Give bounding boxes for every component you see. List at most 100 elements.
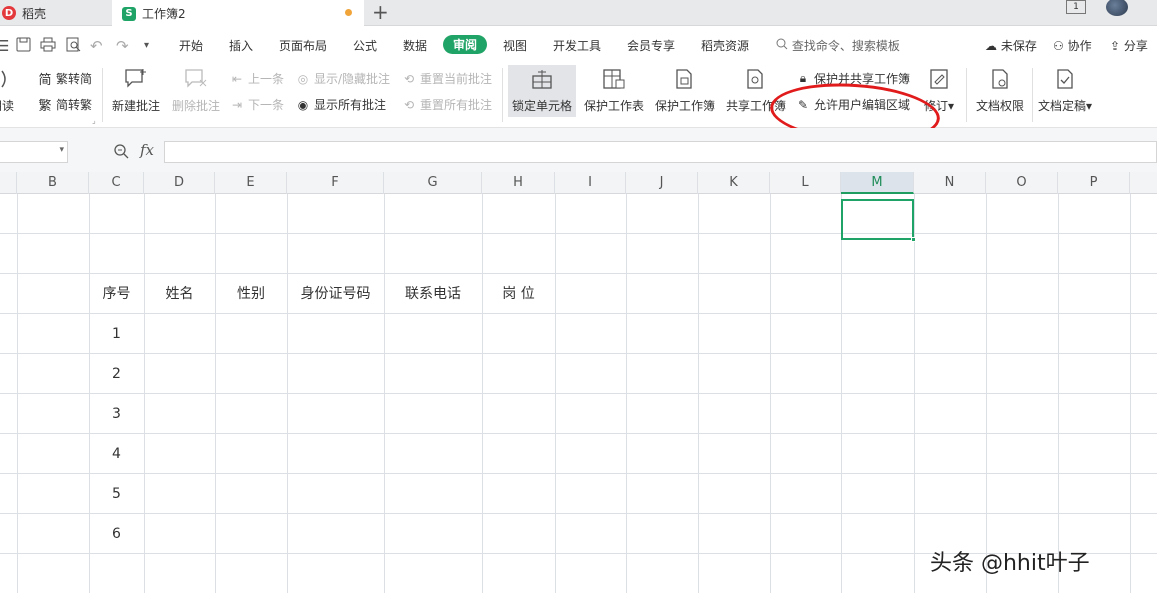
table-header-cell[interactable]: 岗 位	[482, 274, 555, 314]
divider	[966, 68, 967, 122]
prev-icon: ⇤	[231, 71, 243, 86]
menu-insert[interactable]: 插入	[229, 37, 253, 54]
delete-comment-button[interactable]: 删除批注	[172, 67, 220, 114]
doc-finalize-label-text: 文档定稿	[1038, 99, 1087, 113]
fx-icon[interactable]: fx	[140, 141, 154, 159]
collaborate-button[interactable]: ⚇ 协作	[1053, 37, 1092, 54]
table-cell[interactable]: 5	[89, 474, 144, 514]
read-aloud-label: 朗读	[0, 99, 15, 113]
column-header-e[interactable]: E	[215, 172, 287, 194]
column-header-h[interactable]: H	[482, 172, 555, 194]
column-header-l[interactable]: L	[770, 172, 841, 194]
table-cell[interactable]: 3	[89, 394, 144, 434]
column-header-p[interactable]: P	[1058, 172, 1130, 194]
protect-book-button[interactable]: 保护工作簿	[655, 67, 715, 114]
fill-handle[interactable]	[911, 237, 916, 242]
new-comment-label: 新建批注	[112, 99, 161, 113]
column-header-k[interactable]: K	[698, 172, 770, 194]
prev-item-button[interactable]: ⇤ 上一条	[230, 70, 284, 87]
menu-home[interactable]: 开始	[179, 37, 203, 54]
search-placeholder: 查找命令、搜索模板	[791, 39, 900, 53]
reset-all-comments-button[interactable]: ⟲ 重置所有批注	[402, 96, 492, 113]
menu-view[interactable]: 视图	[503, 37, 527, 54]
zoom-icon[interactable]	[113, 143, 129, 162]
column-header-q[interactable]	[1130, 172, 1157, 194]
show-all-comments-button[interactable]: ◉ 显示所有批注	[296, 96, 386, 113]
print-icon[interactable]	[40, 37, 56, 56]
table-header-cell[interactable]: 联系电话	[384, 274, 482, 314]
protect-sheet-button[interactable]: 保护工作表	[584, 67, 644, 114]
column-header-o[interactable]: O	[986, 172, 1058, 194]
spreadsheet-icon: S	[122, 6, 136, 21]
new-tab-button[interactable]: +	[372, 1, 389, 23]
share-button[interactable]: ⇪ 分享	[1110, 37, 1148, 54]
sheet-grid[interactable]: 序号 姓名 性别 身份证号码 联系电话 岗 位 1 2 3 4 5 6	[0, 194, 1157, 593]
redo-icon[interactable]: ↷	[116, 37, 129, 55]
table-header-cell[interactable]: 身份证号码	[287, 274, 384, 314]
avatar[interactable]	[1106, 0, 1128, 16]
tab-docer[interactable]: D 稻壳	[0, 0, 112, 26]
unsaved-label: 未保存	[1000, 39, 1037, 53]
menu-formulas[interactable]: 公式	[353, 37, 377, 54]
save-icon[interactable]	[16, 37, 31, 56]
tab-workbook[interactable]: S 工作簿2	[112, 0, 364, 27]
column-header-m[interactable]: M	[841, 172, 914, 194]
chevron-down-icon[interactable]: ▾	[144, 40, 149, 51]
trad-to-simp-button[interactable]: 简 繁转简	[38, 70, 92, 88]
search-box[interactable]: 查找命令、搜索模板	[776, 37, 900, 54]
table-header-cell[interactable]: 姓名	[144, 274, 215, 314]
ribbon-review: 朗读 简 繁转简 繁 简转繁 ⌟ 新建批注 删除批注 ⇤ 上一条 ⇥ 下一条 ◎…	[0, 62, 1157, 128]
column-header-j[interactable]: J	[626, 172, 698, 194]
active-cell[interactable]	[841, 199, 914, 240]
column-header-c[interactable]: C	[89, 172, 144, 194]
menu-data[interactable]: 数据	[403, 37, 427, 54]
menu-docer-resources[interactable]: 稻壳资源	[701, 37, 749, 54]
table-cell[interactable]: 2	[89, 354, 144, 394]
delete-comment-label: 删除批注	[172, 99, 221, 113]
read-aloud-button[interactable]: 朗读	[0, 67, 14, 114]
menu-member[interactable]: 会员专享	[627, 37, 675, 54]
name-box[interactable]: ▾	[0, 141, 68, 163]
column-header-d[interactable]: D	[144, 172, 215, 194]
table-cell[interactable]: 4	[89, 434, 144, 474]
table-cell[interactable]: 6	[89, 514, 144, 554]
table-header-cell[interactable]: 性别	[215, 274, 287, 314]
column-header-i[interactable]: I	[555, 172, 626, 194]
menu-page-layout[interactable]: 页面布局	[279, 37, 327, 54]
lock-cell-icon	[530, 67, 554, 91]
doc-permissions-icon	[988, 67, 1012, 91]
next-item-label: 下一条	[248, 98, 285, 112]
lock-cell-label: 锁定单元格	[512, 99, 573, 113]
chevron-down-icon[interactable]: ▾	[59, 145, 64, 155]
show-hide-comment-label: 显示/隐藏批注	[314, 72, 391, 86]
comment-eye-icon: ◉	[297, 97, 309, 112]
print-preview-icon[interactable]	[66, 37, 81, 56]
reset-current-comment-button[interactable]: ⟲ 重置当前批注	[402, 70, 492, 87]
window-tile-button[interactable]: 1	[1066, 0, 1086, 14]
column-header-g[interactable]: G	[384, 172, 482, 194]
menu-review[interactable]: 审阅	[443, 35, 488, 54]
next-item-button[interactable]: ⇥ 下一条	[230, 96, 284, 113]
lock-cell-button[interactable]: 锁定单元格	[508, 65, 577, 117]
simp-to-trad-button[interactable]: 繁 简转繁	[38, 96, 92, 114]
grid-line	[0, 353, 1157, 354]
table-header-cell[interactable]: 序号	[89, 274, 144, 314]
collaborate-label: 协作	[1067, 39, 1092, 53]
doc-permissions-button[interactable]: 文档权限	[976, 67, 1024, 114]
formula-input[interactable]	[164, 141, 1157, 163]
show-hide-comment-button[interactable]: ◎ 显示/隐藏批注	[296, 70, 390, 87]
column-header-f[interactable]: F	[287, 172, 384, 194]
column-header-b[interactable]: B	[17, 172, 89, 194]
tab-workbook-label: 工作簿2	[142, 7, 186, 21]
undo-icon[interactable]: ↶	[90, 37, 103, 55]
column-header-n[interactable]: N	[914, 172, 986, 194]
menu-developer[interactable]: 开发工具	[553, 37, 601, 54]
dialog-launcher-icon[interactable]: ⌟	[92, 116, 96, 125]
column-header-a[interactable]	[0, 172, 17, 194]
table-cell[interactable]: 1	[89, 314, 144, 354]
new-comment-button[interactable]: 新建批注	[112, 67, 160, 114]
unsaved-status[interactable]: ☁ 未保存	[985, 37, 1037, 54]
menu-bar: ☰ ↶ ↷ ▾ 开始 插入 页面布局 公式 数据 审阅 视图 开发工具 会员专享…	[0, 28, 1157, 62]
menu-icon[interactable]: ☰	[0, 37, 9, 55]
doc-finalize-button[interactable]: 文档定稿▾	[1038, 67, 1092, 114]
